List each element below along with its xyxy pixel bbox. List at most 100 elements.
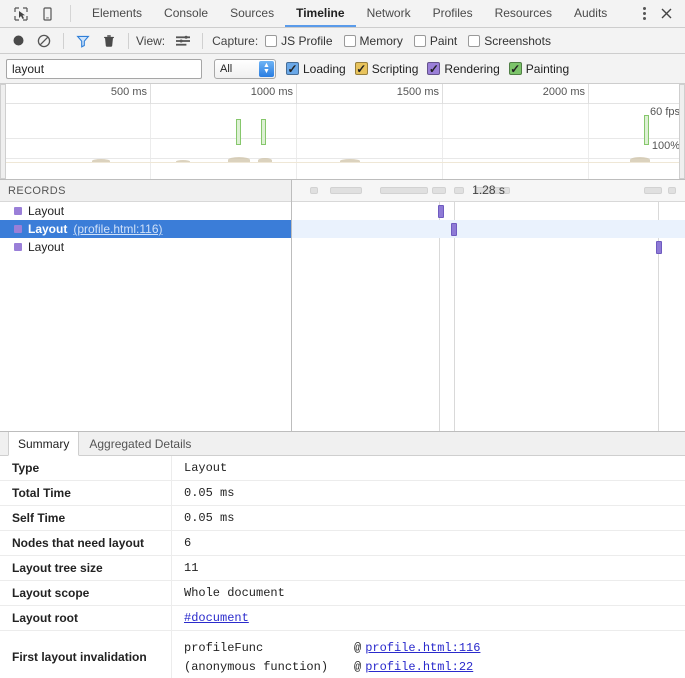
checkbox-memory[interactable] bbox=[343, 34, 356, 47]
record-row-layout-1[interactable]: Layout bbox=[0, 202, 291, 220]
checkbox-js-profile[interactable] bbox=[265, 34, 278, 47]
capture-memory[interactable]: Memory bbox=[343, 34, 403, 48]
detail-value: 11 bbox=[184, 561, 199, 575]
timeline-event-layout-2[interactable] bbox=[451, 223, 457, 236]
detail-key: Nodes that need layout bbox=[0, 531, 172, 555]
inspect-element-icon[interactable] bbox=[8, 1, 34, 27]
timeline-event-layout-1[interactable] bbox=[438, 205, 444, 218]
category-loading-label: Loading bbox=[303, 61, 346, 76]
fps-bar bbox=[644, 115, 649, 145]
tab-audits[interactable]: Audits bbox=[563, 0, 618, 27]
capture-label: Capture: bbox=[212, 33, 259, 48]
detail-value: Layout bbox=[184, 461, 228, 475]
checkbox-screenshots[interactable] bbox=[468, 34, 481, 47]
timeline-filterbar: All ▲▼ ✓ Loading ✓ Scripting ✓ Rendering… bbox=[0, 54, 685, 84]
tab-resources[interactable]: Resources bbox=[484, 0, 563, 27]
layout-root-link[interactable]: #document bbox=[172, 606, 685, 630]
duration-filter-value: All bbox=[220, 62, 233, 75]
capture-paint-label: Paint bbox=[429, 33, 458, 48]
detail-row-nodes-need-layout: Nodes that need layout 6 bbox=[0, 531, 685, 556]
stack-source-link[interactable]: profile.html:22 bbox=[365, 658, 473, 677]
capture-screenshots[interactable]: Screenshots bbox=[468, 34, 551, 48]
record-button-icon[interactable] bbox=[6, 30, 30, 52]
timeline-tracks-body[interactable] bbox=[292, 202, 685, 431]
category-painting[interactable]: ✓ Painting bbox=[508, 61, 570, 76]
tab-console[interactable]: Console bbox=[153, 0, 219, 27]
stack-source-link[interactable]: profile.html:116 bbox=[365, 639, 480, 658]
detail-value: 6 bbox=[184, 536, 192, 550]
tab-profiles[interactable]: Profiles bbox=[422, 0, 484, 27]
category-loading[interactable]: ✓ Loading bbox=[286, 62, 346, 76]
flame-chart-icon[interactable] bbox=[171, 30, 195, 52]
duration-filter-select[interactable]: All ▲ ▼ bbox=[214, 58, 276, 79]
detail-row-first-layout-invalidation: First layout invalidation profileFunc @ … bbox=[0, 631, 685, 678]
close-icon[interactable] bbox=[655, 1, 677, 27]
records-header: RECORDS bbox=[0, 180, 291, 202]
overview-window-right-handle[interactable] bbox=[679, 84, 685, 179]
detail-key: Layout scope bbox=[0, 581, 172, 605]
tab-network[interactable]: Network bbox=[356, 0, 422, 27]
record-label: Layout bbox=[28, 204, 65, 218]
timeline-main: RECORDS Layout Layout (profile.html:116)… bbox=[0, 180, 685, 432]
timeline-tracks-pane[interactable]: 1.28 s bbox=[292, 180, 685, 431]
overview-tick-1500: 1500 ms bbox=[396, 86, 439, 98]
tab-list: Elements Console Sources Timeline Networ… bbox=[75, 0, 633, 27]
stack-frame: profileFunc @ profile.html:116 bbox=[184, 639, 480, 658]
detail-value: Whole document bbox=[184, 586, 285, 600]
rendering-category-icon bbox=[14, 225, 22, 233]
filter-funnel-icon[interactable] bbox=[71, 30, 95, 52]
record-row-layout-2[interactable]: Layout (profile.html:116) bbox=[0, 220, 291, 238]
record-row-layout-3[interactable]: Layout bbox=[0, 238, 291, 256]
capture-screenshots-label: Screenshots bbox=[484, 33, 551, 48]
checkbox-rendering[interactable]: ✓ bbox=[427, 62, 441, 75]
fps-legend: 60 fps bbox=[649, 106, 681, 118]
category-scripting-label: Scripting bbox=[371, 61, 419, 76]
checkbox-scripting[interactable]: ✓ bbox=[354, 62, 368, 75]
timeline-tracks-ruler[interactable]: 1.28 s bbox=[292, 180, 685, 202]
checkbox-painting[interactable]: ✓ bbox=[508, 62, 522, 75]
devtools-tabbar: Elements Console Sources Timeline Networ… bbox=[0, 0, 685, 28]
timeline-event-layout-3[interactable] bbox=[656, 241, 662, 254]
record-label: Layout bbox=[28, 240, 65, 254]
detail-row-layout-scope: Layout scope Whole document bbox=[0, 581, 685, 606]
category-rendering[interactable]: ✓ Rendering bbox=[427, 61, 500, 76]
view-label: View: bbox=[136, 33, 166, 48]
trash-icon[interactable] bbox=[97, 30, 121, 52]
clear-recording-icon[interactable] bbox=[32, 30, 56, 52]
category-rendering-label: Rendering bbox=[444, 61, 500, 76]
search-input[interactable] bbox=[6, 58, 202, 79]
tab-sources[interactable]: Sources bbox=[219, 0, 285, 27]
rendering-category-icon bbox=[14, 243, 22, 251]
overview-window-left-handle[interactable] bbox=[0, 84, 6, 179]
capture-paint[interactable]: Paint bbox=[413, 33, 458, 48]
detail-key: Layout tree size bbox=[0, 556, 172, 580]
details-pane: Summary Aggregated Details Type Layout T… bbox=[0, 432, 685, 678]
tab-aggregated-details[interactable]: Aggregated Details bbox=[79, 432, 201, 455]
tab-elements[interactable]: Elements bbox=[81, 0, 153, 27]
device-toolbar-icon[interactable] bbox=[34, 1, 60, 27]
toolbar-divider-3 bbox=[202, 32, 204, 49]
timeline-overview[interactable]: 500 ms 1000 ms 1500 ms 2000 ms 60 fps 10… bbox=[0, 84, 685, 180]
record-source-link[interactable]: (profile.html:116) bbox=[73, 222, 162, 236]
tab-timeline[interactable]: Timeline bbox=[285, 0, 356, 27]
overview-ruler: 500 ms 1000 ms 1500 ms 2000 ms bbox=[0, 84, 685, 104]
category-scripting[interactable]: ✓ Scripting bbox=[354, 61, 419, 76]
details-table: Type Layout Total Time 0.05 ms Self Time… bbox=[0, 456, 685, 678]
fps-bar bbox=[236, 119, 241, 145]
detail-value: profileFunc @ profile.html:116 (anonymou… bbox=[172, 631, 685, 678]
stepper-arrows-icon[interactable]: ▲ ▼ bbox=[259, 60, 274, 77]
records-list: Layout Layout (profile.html:116) Layout bbox=[0, 202, 291, 431]
details-tab-list: Summary Aggregated Details bbox=[0, 432, 685, 456]
checkbox-paint[interactable] bbox=[413, 34, 426, 47]
capture-js-profile[interactable]: JS Profile bbox=[265, 34, 333, 48]
stack-trace: profileFunc @ profile.html:116 (anonymou… bbox=[184, 636, 480, 677]
checkbox-loading[interactable]: ✓ bbox=[286, 62, 299, 75]
more-vertical-icon[interactable] bbox=[633, 1, 655, 27]
detail-row-self-time: Self Time 0.05 ms bbox=[0, 506, 685, 531]
record-label: Layout bbox=[28, 222, 68, 236]
fps-bar bbox=[261, 119, 266, 145]
category-painting-label: Painting bbox=[525, 61, 570, 76]
overview-tick-2000: 2000 ms bbox=[542, 86, 585, 98]
tab-summary[interactable]: Summary bbox=[8, 432, 80, 456]
tabbar-divider bbox=[70, 5, 71, 22]
